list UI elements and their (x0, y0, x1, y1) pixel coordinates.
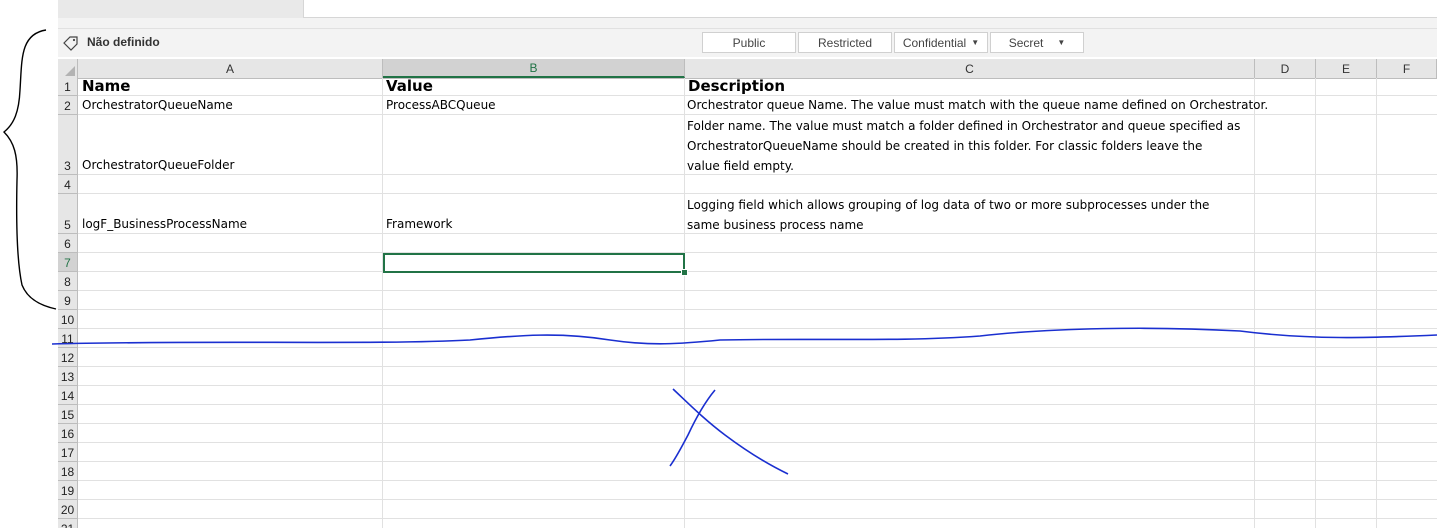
gridline (78, 328, 1437, 329)
gridline (78, 385, 1437, 386)
column-header-c[interactable]: C (685, 59, 1255, 78)
sensitivity-restricted-button[interactable]: Restricted (798, 32, 892, 53)
row-header-16[interactable]: 16 (58, 424, 77, 443)
row-header-8[interactable]: 8 (58, 272, 77, 291)
fill-handle[interactable] (681, 269, 688, 276)
row-header-11[interactable]: 11 (58, 329, 77, 348)
row-header-13[interactable]: 13 (58, 367, 77, 386)
gridline (78, 518, 1437, 519)
cell-c5[interactable]: Logging field which allows grouping of l… (687, 195, 1209, 235)
cell-b1[interactable]: Value (386, 77, 433, 95)
gridline (1254, 78, 1255, 528)
ribbon-strip (58, 0, 1437, 29)
annotation-brace (2, 29, 57, 310)
row-header-1[interactable]: 1 (58, 78, 77, 96)
gridline (78, 290, 1437, 291)
ribbon-tab-area (58, 0, 303, 18)
sensitivity-restricted-label: Restricted (817, 35, 873, 50)
gridline (78, 271, 1437, 272)
column-header-f[interactable]: F (1377, 59, 1437, 78)
cell-c2[interactable]: Orchestrator queue Name. The value must … (687, 98, 1268, 112)
gridline (78, 499, 1437, 500)
chevron-down-icon: ▼ (1057, 38, 1066, 47)
row-header-2[interactable]: 2 (58, 96, 77, 115)
gridline (684, 78, 685, 528)
row-header-12[interactable]: 12 (58, 348, 77, 367)
column-header-a[interactable]: A (78, 59, 383, 78)
gridline (78, 309, 1437, 310)
gridline (1376, 78, 1377, 528)
row-header-9[interactable]: 9 (58, 291, 77, 310)
row-header-3[interactable]: 3 (58, 115, 77, 175)
sensitivity-bar: Não definido Public Restricted Confident… (58, 29, 1437, 57)
row-header-4[interactable]: 4 (58, 175, 77, 194)
gridline (78, 114, 1437, 115)
column-header-b[interactable]: B (383, 59, 685, 78)
formula-bar-area[interactable] (303, 0, 1437, 18)
gridline (78, 252, 1437, 253)
gridline (78, 193, 1437, 194)
chevron-down-icon: ▼ (971, 38, 980, 47)
sensitivity-confidential-button[interactable]: Confidential ▼ (894, 32, 988, 53)
gridline (78, 347, 1437, 348)
gridline (1315, 78, 1316, 528)
gridline (382, 78, 383, 528)
column-header-d[interactable]: D (1255, 59, 1316, 78)
row-header-14[interactable]: 14 (58, 386, 77, 405)
cell-c3[interactable]: Folder name. The value must match a fold… (687, 116, 1240, 176)
gridline (78, 461, 1437, 462)
sensitivity-public-button[interactable]: Public (702, 32, 796, 53)
select-all-button[interactable] (58, 59, 78, 78)
cell-b2[interactable]: ProcessABCQueue (386, 98, 496, 112)
row-headers: 1 2 3 4 5 6 7 8 9 10 11 12 13 14 15 16 1… (58, 78, 78, 528)
row-header-15[interactable]: 15 (58, 405, 77, 424)
cell-a2[interactable]: OrchestratorQueueName (82, 98, 233, 112)
tag-icon (63, 36, 78, 51)
row-header-20[interactable]: 20 (58, 500, 77, 519)
column-header-e[interactable]: E (1316, 59, 1377, 78)
row-header-21[interactable]: 21 (58, 519, 77, 528)
column-headers: A B C D E F (58, 59, 1437, 79)
cell-c1[interactable]: Description (688, 77, 785, 95)
gridline (78, 404, 1437, 405)
row-header-5[interactable]: 5 (58, 194, 77, 234)
row-header-19[interactable]: 19 (58, 481, 77, 500)
row-header-7[interactable]: 7 (58, 253, 77, 272)
gridline (78, 423, 1437, 424)
sensitivity-status-label: Não definido (87, 35, 160, 49)
row-header-18[interactable]: 18 (58, 462, 77, 481)
sensitivity-public-label: Public (732, 35, 766, 50)
sensitivity-secret-label: Secret (1008, 35, 1044, 50)
excel-window: Não definido Public Restricted Confident… (0, 0, 1437, 528)
row-header-17[interactable]: 17 (58, 443, 77, 462)
row-header-6[interactable]: 6 (58, 234, 77, 253)
cell-b5[interactable]: Framework (386, 217, 452, 231)
cell-a1[interactable]: Name (82, 77, 130, 95)
cell-a5[interactable]: logF_BusinessProcessName (82, 217, 247, 231)
gridline (78, 442, 1437, 443)
sensitivity-confidential-label: Confidential (902, 35, 967, 50)
gridline (78, 480, 1437, 481)
select-all-triangle-icon (65, 66, 75, 76)
gridline (78, 95, 1437, 96)
row-header-10[interactable]: 10 (58, 310, 77, 329)
gridline (78, 366, 1437, 367)
cell-a3[interactable]: OrchestratorQueueFolder (82, 158, 234, 172)
sensitivity-secret-button[interactable]: Secret ▼ (990, 32, 1084, 53)
active-cell-b7[interactable] (383, 253, 685, 273)
